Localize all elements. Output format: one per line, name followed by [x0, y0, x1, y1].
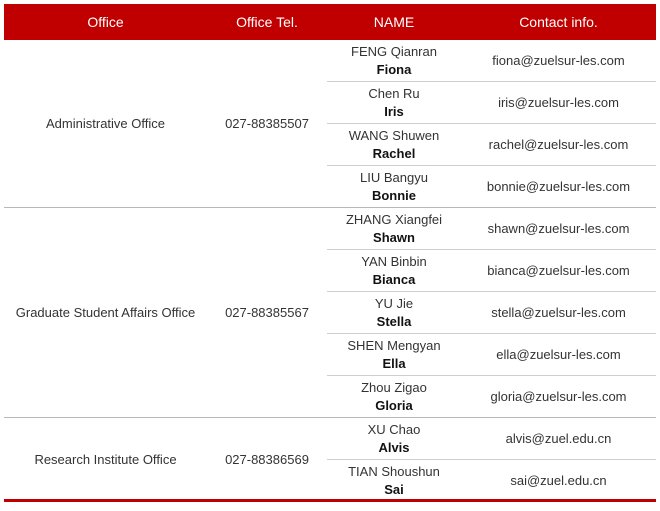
person-name-en: Bianca [372, 271, 416, 287]
email-address: alvis@zuel.edu.cn [461, 417, 656, 460]
office-name: Research Institute Office [34, 452, 177, 467]
office-tel: 027-88385507 [207, 40, 327, 208]
person-name-cell: YAN Binbin Bianca [327, 249, 461, 292]
person-name-en: Bonnie [371, 187, 417, 203]
person-name-cn: YU Jie [374, 295, 414, 311]
person-name-en: Rachel [372, 145, 416, 161]
table-row: Administrative Office 027-88385507 FENG … [4, 40, 656, 208]
email-address: bianca@zuelsur-les.com [461, 249, 656, 292]
person-name-cn: ZHANG Xiangfei [345, 211, 443, 227]
header-office-tel: Office Tel. [207, 4, 327, 40]
person-name-cell: Zhou Zigao Gloria [327, 375, 461, 418]
person-name-cn: XU Chao [367, 421, 421, 437]
person-name-cell: YU Jie Stella [327, 291, 461, 334]
email-address: ella@zuelsur-les.com [461, 333, 656, 376]
person-name-cell: XU Chao Alvis [327, 417, 461, 460]
office-tel: 027-88386569 [225, 452, 309, 467]
person-name-cn: Chen Ru [368, 85, 420, 101]
person-name-cn: FENG Qianran [351, 43, 437, 59]
person-name-cell: Chen Ru Iris [327, 81, 461, 124]
person-name-cell: ZHANG Xiangfei Shawn [327, 207, 461, 250]
person-name-cn: LIU Bangyu [360, 169, 428, 185]
contact-directory: Office Office Tel. NAME Contact info. Ad… [0, 0, 660, 511]
person-name-cn: Zhou Zigao [361, 379, 427, 395]
person-name-en: Stella [376, 313, 412, 329]
person-name-cn: YAN Binbin [361, 253, 427, 269]
person-name-en: Sai [384, 481, 404, 497]
person-name-cell: LIU Bangyu Bonnie [327, 165, 461, 208]
person-name-en: Alvis [378, 439, 410, 455]
email-address: shawn@zuelsur-les.com [461, 207, 656, 250]
header-contact-info: Contact info. [461, 4, 656, 40]
email-address: stella@zuelsur-les.com [461, 291, 656, 334]
email-address: rachel@zuelsur-les.com [461, 123, 656, 166]
email-address: iris@zuelsur-les.com [461, 81, 656, 124]
email-address: gloria@zuelsur-les.com [461, 375, 656, 418]
office-name: Administrative Office [4, 40, 207, 208]
contact-table: Office Office Tel. NAME Contact info. Ad… [4, 4, 656, 501]
header-name: NAME [327, 4, 461, 40]
person-name-en: Gloria [375, 397, 413, 413]
header-office: Office [4, 4, 207, 40]
table-row: Graduate Student Affairs Office 027-8838… [4, 207, 656, 418]
office-name: Graduate Student Affairs Office [4, 207, 207, 418]
office-tel: 027-88385567 [207, 207, 327, 418]
person-name-cell: SHEN Mengyan Ella [327, 333, 461, 376]
person-name-en: Shawn [373, 229, 415, 245]
email-address: fiona@zuelsur-les.com [461, 40, 656, 82]
person-name-cell: TIAN Shoushun Sai [327, 460, 461, 502]
email-address: sai@zuel.edu.cn [510, 473, 607, 488]
person-name-en: Ella [382, 355, 406, 371]
person-name-cn: SHEN Mengyan [347, 337, 441, 353]
person-name-cn: TIAN Shoushun [348, 463, 440, 479]
person-name-cn: WANG Shuwen [348, 127, 440, 143]
person-name-en: Iris [384, 103, 404, 119]
person-name-cell: FENG Qianran Fiona [327, 40, 461, 82]
email-address: bonnie@zuelsur-les.com [461, 165, 656, 208]
person-name-cell: WANG Shuwen Rachel [327, 123, 461, 166]
table-bottom-rule [4, 499, 656, 502]
table-row: Research Institute Office 027-88386569 X… [4, 417, 656, 467]
header-row: Office Office Tel. NAME Contact info. [4, 4, 656, 40]
person-name-en: Fiona [376, 61, 412, 77]
